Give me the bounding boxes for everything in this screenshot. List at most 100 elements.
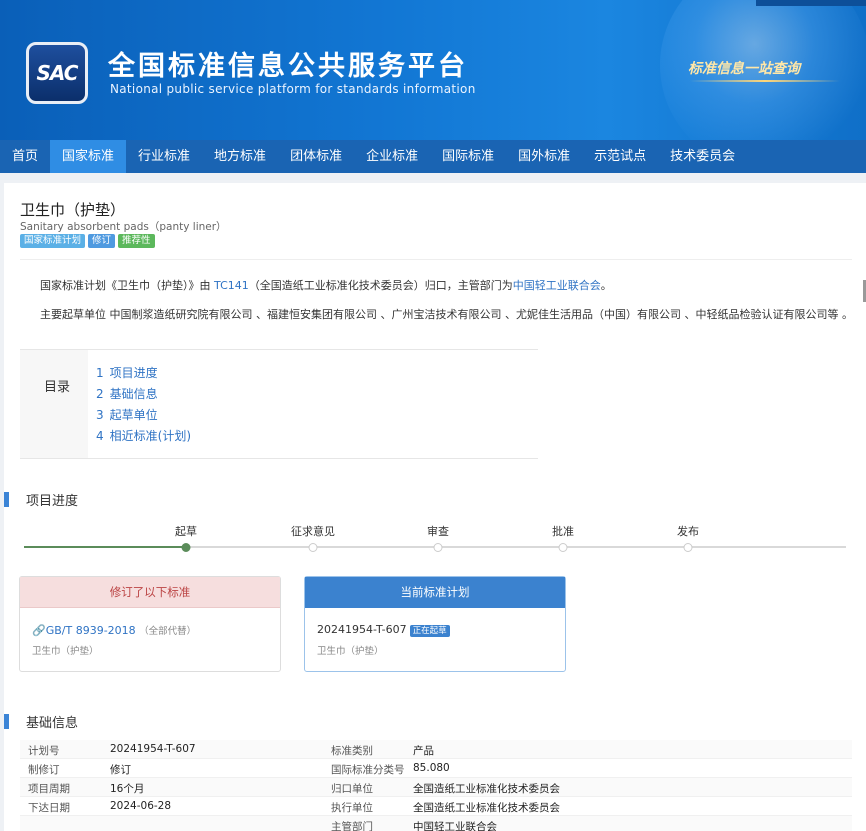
toc-item-label: 基础信息	[109, 387, 158, 401]
nav-item[interactable]: 示范试点	[582, 140, 658, 173]
nav-item[interactable]: 首页	[0, 140, 50, 173]
info-value: 修订	[110, 764, 131, 776]
basic-info-table: 计划号 20241954-T-607 标准类别 产品制修订 修订 国际标准分类号 85.08…	[20, 740, 852, 831]
nav-item[interactable]: 国外标准	[506, 140, 582, 173]
slogan-underline	[690, 80, 840, 82]
stage-label: 发布	[677, 525, 699, 538]
tc141-link[interactable]: TC141	[214, 279, 249, 292]
content-card: 卫生巾（护垫） Sanitary absorbent pads（panty li…	[4, 183, 866, 831]
table-of-contents: 目录 1 项目进度 2 基础信息 3 起草单位 4 相近标准(计划)	[20, 349, 538, 459]
toc-label-box: 目录	[20, 350, 88, 458]
divider	[20, 259, 852, 260]
nav-item[interactable]: 行业标准	[126, 140, 202, 173]
nav-item[interactable]: 国际标准	[430, 140, 506, 173]
desc-mid: （全国造纸工业标准化技术委员会）归口，主管部门为	[248, 279, 513, 292]
table-row: 计划号 20241954-T-607 标准类别 产品	[20, 740, 852, 759]
replace-note: （全部代替）	[139, 626, 197, 637]
toc-item-basic-info[interactable]: 2 基础信息	[96, 384, 191, 405]
nav-item[interactable]: 技术委员会	[658, 140, 747, 173]
revised-standard-name: 卫生巾（护垫）	[32, 646, 99, 657]
top-strip	[756, 0, 866, 6]
stage-dot	[181, 543, 191, 552]
table-row: 项目周期 16个月 归口单位 全国造纸工业标准化技术委员会	[20, 778, 852, 797]
info-key: 执行单位	[331, 802, 373, 814]
info-value-link[interactable]: 全国造纸工业标准化技术委员会	[413, 800, 560, 815]
sac-logo[interactable]: SAC	[26, 42, 88, 104]
nav-item[interactable]: 团体标准	[278, 140, 354, 173]
info-value: 产品	[413, 745, 434, 757]
main-nav: 首页 国家标准 行业标准 地方标准 团体标准 企业标准 国际标准 国外标准 示范试点 技术委员会	[0, 140, 866, 173]
toc-num: 4	[96, 429, 104, 443]
toc-item-label: 起草单位	[109, 408, 158, 422]
progress-stage: 审查	[427, 523, 449, 539]
toc-num: 3	[96, 408, 104, 422]
progress-stage: 起草	[175, 523, 197, 539]
section-progress-header: 项目进度	[4, 490, 78, 509]
stage-dot	[433, 543, 443, 552]
nav-item[interactable]: 地方标准	[202, 140, 278, 173]
site-title: 全国标准信息公共服务平台	[108, 51, 468, 82]
info-key: 国际标准分类号	[331, 764, 405, 776]
progress-timeline: 起草 征求意见 审查 批准 发布	[24, 523, 846, 563]
section-bar	[4, 492, 9, 507]
nav-item[interactable]: 企业标准	[354, 140, 430, 173]
stage-label: 审查	[427, 525, 449, 538]
table-row: 下达日期 2024-06-28 执行单位 全国造纸工业标准化技术委员会	[20, 797, 852, 816]
stage-dot	[558, 543, 568, 552]
department-link[interactable]: 中国轻工业联合会	[513, 279, 601, 292]
nav-item[interactable]: 国家标准	[50, 140, 127, 173]
toc-item-progress[interactable]: 1 项目进度	[96, 363, 191, 384]
progress-stage: 批准	[552, 523, 574, 539]
section-basic-info-header: 基础信息	[4, 712, 78, 731]
revised-standard-line: 🔗GB/T 8939-2018 （全部代替）	[32, 623, 196, 637]
info-key: 标准类别	[331, 745, 373, 757]
info-value: 20241954-T-607	[110, 743, 196, 755]
description-line-1: 国家标准计划《卫生巾（护垫）》由 TC141（全国造纸工业标准化技术委员会）归口…	[40, 277, 612, 293]
tag-national-plan: 国家标准计划	[20, 234, 86, 248]
toc-item-drafting-units[interactable]: 3 起草单位	[96, 405, 191, 426]
slogan: 标准信息一站查询	[688, 61, 800, 77]
info-key: 下达日期	[28, 802, 70, 814]
revised-box-header: 修订了以下标准	[20, 577, 280, 608]
current-plan-name: 卫生巾（护垫）	[317, 646, 384, 657]
info-value: 85.080	[413, 762, 450, 774]
current-plan-number: 20241954-T-607	[317, 623, 407, 636]
toc-item-label: 项目进度	[109, 366, 158, 380]
table-row: 制修订 修订 国际标准分类号 85.080	[20, 759, 852, 778]
current-box-header: 当前标准计划	[305, 577, 565, 608]
progress-track-done	[24, 546, 186, 548]
table-row: 主管部门 中国轻工业联合会	[20, 816, 852, 831]
tag-group: 国家标准计划 修订 推荐性	[20, 234, 155, 248]
info-key: 制修订	[28, 764, 60, 776]
toc-list: 1 项目进度 2 基础信息 3 起草单位 4 相近标准(计划)	[96, 363, 191, 447]
revised-standards-box: 修订了以下标准 🔗GB/T 8939-2018 （全部代替） 卫生巾（护垫）	[19, 576, 281, 672]
info-key: 计划号	[28, 745, 60, 757]
tag-recommended: 推荐性	[118, 234, 155, 248]
toc-item-similar-standards[interactable]: 4 相近标准(计划)	[96, 426, 191, 447]
toc-item-label: 相近标准(计划)	[109, 429, 192, 443]
revised-standard-code: GB/T 8939-2018	[45, 624, 136, 637]
tag-revise: 修订	[88, 234, 116, 248]
section-title: 基础信息	[26, 716, 79, 731]
current-plan-box: 当前标准计划 20241954-T-607 正在起草 卫生巾（护垫）	[304, 576, 566, 672]
toc-label: 目录	[44, 380, 71, 395]
stage-label: 批准	[552, 525, 574, 538]
toc-num: 1	[96, 366, 104, 380]
info-value: 2024-06-28	[110, 800, 172, 812]
info-value-link[interactable]: 中国轻工业联合会	[413, 819, 497, 831]
section-title: 项目进度	[26, 494, 79, 509]
logo-text: SAC	[36, 61, 79, 85]
info-value-link[interactable]: 全国造纸工业标准化技术委员会	[413, 781, 560, 796]
site-subtitle: National public service platform for sta…	[110, 82, 476, 96]
description-line-2: 主要起草单位 中国制浆造纸研究院有限公司 、福建恒安集团有限公司 、广州宝洁技术…	[40, 308, 853, 321]
stage-dot	[683, 543, 693, 552]
info-key: 项目周期	[28, 783, 70, 795]
revised-standard-link[interactable]: 🔗GB/T 8939-2018	[32, 624, 136, 637]
standard-title: 卫生巾（护垫）	[20, 201, 126, 219]
info-value: 16个月	[110, 783, 145, 795]
info-key: 主管部门	[331, 821, 373, 831]
link-icon: 🔗	[32, 624, 46, 637]
status-badge: 正在起草	[409, 625, 450, 637]
stage-dot	[308, 543, 318, 552]
current-plan-line: 20241954-T-607 正在起草	[317, 623, 450, 637]
